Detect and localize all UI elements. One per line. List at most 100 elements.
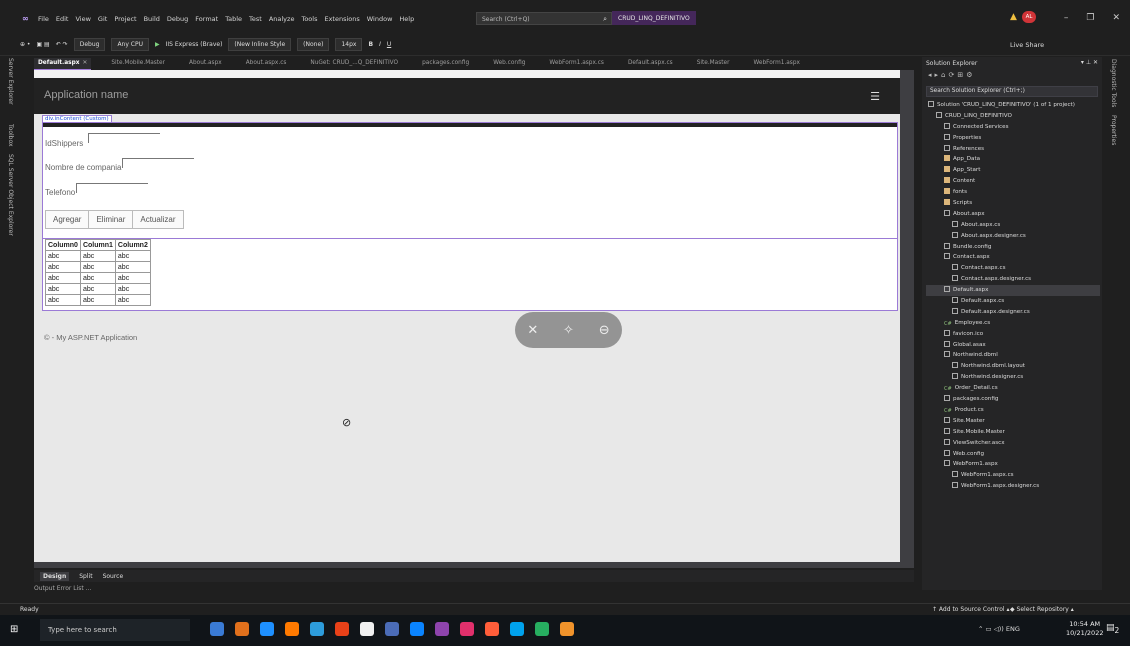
taskbar-app-icon[interactable] (360, 622, 374, 636)
menu-item-window[interactable]: Window (367, 15, 393, 23)
phone-input[interactable] (76, 183, 148, 193)
tab-site-master[interactable]: Site.Master (693, 58, 734, 70)
idshippers-input[interactable] (88, 133, 160, 143)
select-repository[interactable]: ◆ Select Repository ▴ (1010, 606, 1074, 613)
menu-item-table[interactable]: Table (225, 15, 242, 23)
add-to-source-control[interactable]: ↑ Add to Source Control ▴ (932, 606, 1010, 613)
clock[interactable]: 10:54 AM 10/21/2022 (1066, 620, 1103, 638)
tree-item[interactable]: Contact.aspx.designer.cs (926, 274, 1100, 285)
taskbar-app-icon[interactable] (410, 622, 424, 636)
back-icon[interactable]: ⊕ • (20, 41, 30, 48)
taskbar-app-icon[interactable] (535, 622, 549, 636)
save-icon[interactable]: ▣ ▤ (36, 41, 49, 48)
company-input[interactable] (122, 158, 194, 168)
taskbar-app-icon[interactable] (560, 622, 574, 636)
tab-default-aspx[interactable]: Default.aspx ✕ (34, 58, 92, 70)
gridview[interactable]: Column0 Column1 Column2 abc abc abc abc abc abc… (45, 239, 151, 306)
horizontal-scrollbar[interactable] (34, 562, 914, 568)
menu-item-view[interactable]: View (75, 15, 90, 23)
menu-item-help[interactable]: Help (399, 15, 414, 23)
tree-item[interactable]: Scripts (926, 198, 1100, 209)
language-indicator[interactable]: ENG (1006, 625, 1020, 633)
tree-item[interactable]: References (926, 144, 1100, 155)
tree-item[interactable]: Connected Services (926, 122, 1100, 133)
tree-item[interactable]: Northwind.dbml.layout (926, 361, 1100, 372)
system-tray[interactable]: ⌃ ▭ ◁)) ENG (978, 625, 1020, 633)
tree-item[interactable]: WebForm1.aspx (926, 459, 1100, 470)
menu-item-git[interactable]: Git (98, 15, 107, 23)
taskbar-app-icon[interactable] (385, 622, 399, 636)
tree-item[interactable]: packages.config (926, 394, 1100, 405)
menu-item-file[interactable]: File (38, 15, 49, 23)
taskbar-app-icon[interactable] (235, 622, 249, 636)
taskbar-app-icon[interactable] (435, 622, 449, 636)
delete-button[interactable]: Eliminar (89, 211, 134, 228)
tab-webform1-aspx[interactable]: WebForm1.aspx (749, 58, 803, 70)
menu-item-analyze[interactable]: Analyze (269, 15, 295, 23)
tab-packages-config[interactable]: packages.config (418, 58, 473, 70)
tree-item[interactable]: WebForm1.aspx.cs (926, 470, 1100, 481)
toolbox-tab[interactable]: Toolbox (7, 124, 14, 147)
menu-item-extensions[interactable]: Extensions (324, 15, 359, 23)
tab-nuget-crud-q-definitivo[interactable]: NuGet: CRUD_...Q_DEFINITIVO (306, 58, 402, 70)
tree-item[interactable]: fonts (926, 187, 1100, 198)
font-size-select[interactable]: 14px (335, 38, 363, 51)
tree-item[interactable]: Site.Mobile.Master (926, 427, 1100, 438)
menu-item-project[interactable]: Project (114, 15, 136, 23)
tree-item[interactable]: About.aspx.cs (926, 220, 1100, 231)
tree-item[interactable]: Contact.aspx.cs (926, 263, 1100, 274)
menu-item-format[interactable]: Format (195, 15, 218, 23)
search-box[interactable]: Search (Ctrl+Q) ⌕ (476, 12, 612, 25)
tree-item[interactable]: App_Data (926, 154, 1100, 165)
solution-explorer-toolbar[interactable]: ◂▸⌂⟳⊞⚙ (928, 71, 975, 79)
restore-icon[interactable]: ❐ (1086, 13, 1094, 23)
menu-item-debug[interactable]: Debug (167, 15, 188, 23)
menu-item-test[interactable]: Test (249, 15, 262, 23)
taskbar-app-icon[interactable] (310, 622, 324, 636)
live-share-button[interactable]: Live Share (1010, 41, 1044, 49)
tree-item[interactable]: About.aspx.designer.cs (926, 231, 1100, 242)
solution-search-input[interactable]: Search Solution Explorer (Ctrl+;) (926, 86, 1098, 97)
tree-item[interactable]: Northwind.dbml (926, 350, 1100, 361)
menu-item-tools[interactable]: Tools (301, 15, 317, 23)
design-view-tab[interactable]: Design (40, 571, 70, 581)
tab-default-aspx-cs[interactable]: Default.aspx.cs (624, 58, 677, 70)
tree-item[interactable]: Northwind.designer.cs (926, 372, 1100, 383)
tree-item[interactable]: ViewSwitcher.ascx (926, 438, 1100, 449)
properties-tab[interactable]: Properties (1110, 115, 1117, 145)
sql-server-explorer-tab[interactable]: SQL Server Object Explorer (7, 154, 14, 236)
close-icon[interactable]: ✕ (1112, 13, 1120, 23)
menu-item-build[interactable]: Build (144, 15, 160, 23)
app-name[interactable]: Application name (44, 89, 128, 101)
configuration-select[interactable]: Debug (73, 38, 106, 51)
tree-item[interactable]: Default.aspx.designer.cs (926, 307, 1100, 318)
windows-start-icon[interactable]: ⊞ (10, 624, 18, 635)
taskbar-app-icon[interactable] (485, 622, 499, 636)
tree-item[interactable]: C# Product.cs (926, 405, 1100, 416)
mute-icon[interactable]: ✧ (563, 323, 574, 338)
warning-icon[interactable]: ▲ (1010, 12, 1017, 22)
tab-webform1-aspx-cs[interactable]: WebForm1.aspx.cs (545, 58, 608, 70)
tree-item[interactable]: CRUD_LINQ_DEFINITIVO (926, 111, 1100, 122)
minimize-icon[interactable]: – (1064, 13, 1069, 23)
target-rule-select[interactable]: (None) (297, 38, 330, 51)
platform-select[interactable]: Any CPU (111, 38, 150, 51)
run-target-label[interactable]: IIS Express (Brave) (166, 41, 223, 48)
tree-item[interactable]: Default.aspx (926, 285, 1100, 297)
style-select[interactable]: (New Inline Style (228, 38, 292, 51)
pin-icon[interactable]: ▾ ⊥ ✕ (1081, 59, 1098, 66)
taskbar-app-icon[interactable] (210, 622, 224, 636)
tab-site-mobile-master[interactable]: Site.Mobile.Master (107, 58, 169, 70)
taskbar-app-icon[interactable] (335, 622, 349, 636)
taskbar-search[interactable]: Type here to search (40, 619, 190, 641)
tree-item[interactable]: Bundle.config (926, 242, 1100, 253)
tab-close-icon[interactable]: ✕ (83, 60, 88, 66)
tree-item[interactable]: Properties (926, 133, 1100, 144)
tree-item[interactable]: Default.aspx.cs (926, 296, 1100, 307)
taskbar-app-icon[interactable] (260, 622, 274, 636)
taskbar-app-icon[interactable] (460, 622, 474, 636)
run-icon[interactable]: ▶ (155, 41, 160, 48)
tab-web-config[interactable]: Web.config (489, 58, 529, 70)
update-button[interactable]: Actualizar (133, 211, 183, 228)
avatar[interactable]: AL (1022, 11, 1036, 23)
